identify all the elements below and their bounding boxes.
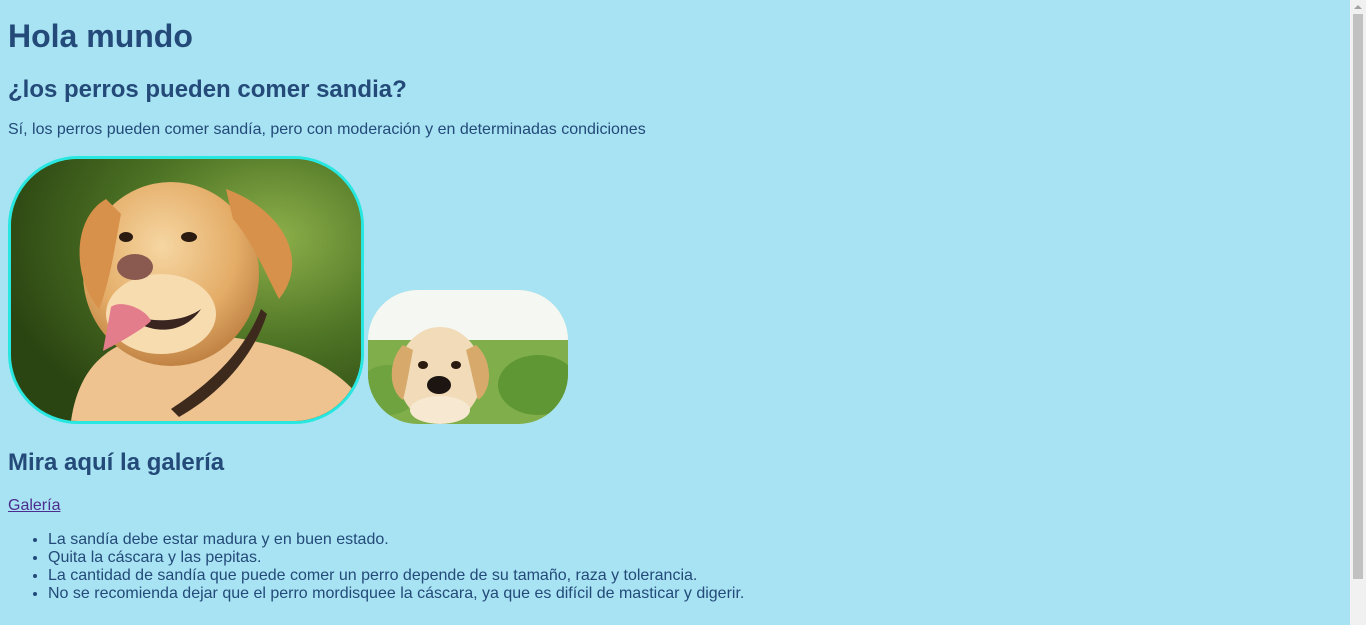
- gallery-link[interactable]: Galería: [8, 497, 60, 515]
- labrador-illustration: [11, 159, 361, 421]
- tips-list: La sandía debe estar madura y en buen es…: [8, 531, 1342, 603]
- answer-paragraph: Sí, los perros pueden comer sandía, pero…: [8, 121, 646, 138]
- scrollbar-thumb[interactable]: [1353, 14, 1363, 579]
- scroll-up-arrow-icon[interactable]: [1350, 0, 1366, 14]
- vertical-scrollbar[interactable]: [1350, 0, 1366, 625]
- content: Hola mundo ¿los perros pueden comer sand…: [0, 0, 1350, 603]
- puppy-illustration: [368, 290, 568, 424]
- page-title: Hola mundo: [8, 18, 193, 54]
- question-heading: ¿los perros pueden comer sandia?: [8, 76, 407, 103]
- list-item: La cantidad de sandía que puede comer un…: [48, 567, 1342, 585]
- list-item: No se recomienda dejar que el perro mord…: [48, 585, 1342, 603]
- puppy-photo: [368, 290, 568, 424]
- page: Hola mundo ¿los perros pueden comer sand…: [0, 0, 1350, 625]
- labrador-photo: [8, 156, 364, 424]
- list-item: Quita la cáscara y las pepitas.: [48, 549, 1342, 567]
- list-item: La sandía debe estar madura y en buen es…: [48, 531, 1342, 549]
- gallery-heading: Mira aquí la galería: [8, 449, 225, 476]
- image-row: [8, 156, 1342, 424]
